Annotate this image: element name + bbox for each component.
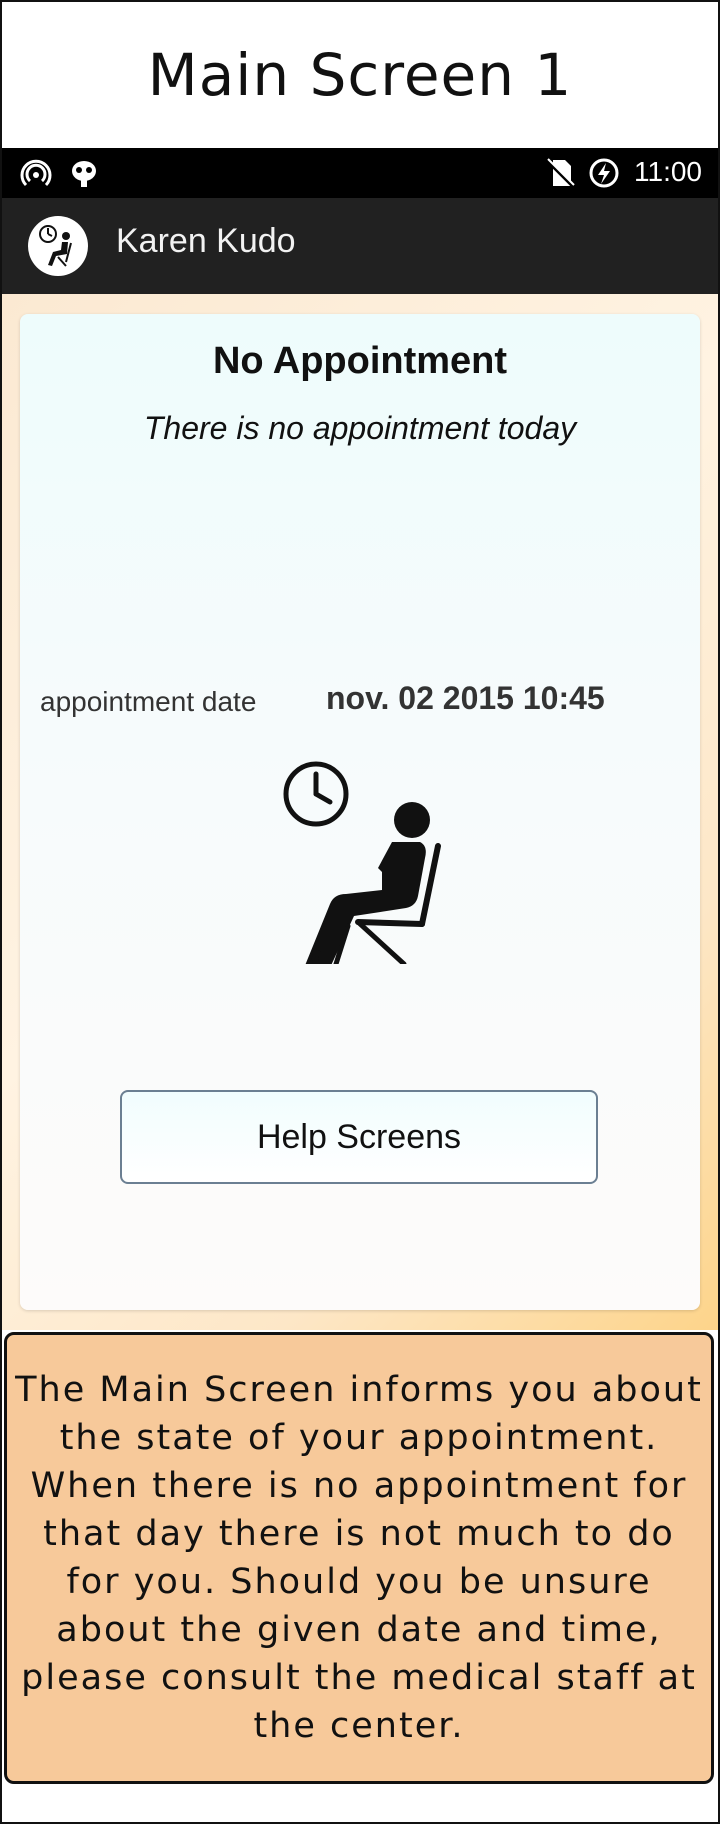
status-time: 11:00 [634, 156, 702, 187]
help-screens-button[interactable]: Help Screens [120, 1090, 598, 1184]
appointment-heading: No Appointment [212, 340, 508, 382]
waiting-person-clock-icon [39, 225, 72, 267]
explanation-note: The Main Screen informs you about the st… [4, 1332, 714, 1784]
no-sim-icon [546, 158, 575, 188]
status-bar: 11:00 [2, 148, 718, 198]
cyanogen-bug-icon [72, 161, 96, 187]
app-bar: Karen Kudo [2, 198, 718, 294]
waiting-person-clock-icon [283, 761, 441, 964]
appointment-card: No Appointment There is no appointment t… [20, 314, 700, 1310]
explanation-note-text: The Main Screen informs you about the st… [15, 1370, 703, 1746]
appointment-date-label: appointment date [40, 686, 257, 717]
appointment-subheading: There is no appointment today [143, 410, 577, 446]
hotspot-icon [20, 159, 52, 187]
screen-title: Main Screen 1 [2, 2, 718, 150]
battery-charging-icon [589, 158, 619, 188]
appointment-date-value: nov. 02 2015 10:45 [326, 680, 605, 716]
app-title: Karen Kudo [116, 222, 296, 260]
app-logo[interactable] [28, 216, 88, 276]
